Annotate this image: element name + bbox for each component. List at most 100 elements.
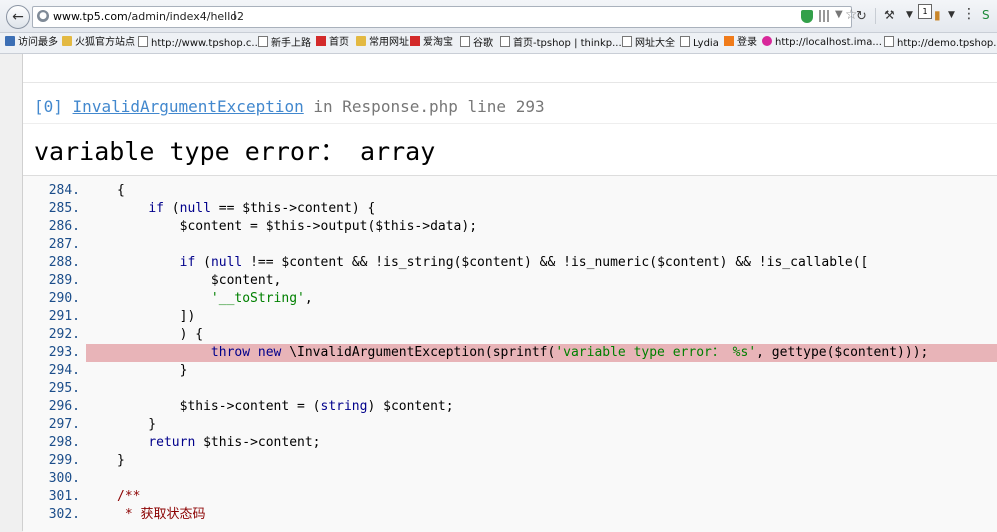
exception-class-link[interactable]: InvalidArgumentException xyxy=(73,97,304,116)
code-text: $this->content = (string) $content; xyxy=(117,399,454,414)
tools-icon[interactable]: ⚒ xyxy=(884,8,895,22)
code-line: 288. if (null !== $content && !is_string… xyxy=(23,254,997,272)
bookmark-item[interactable]: 谷歌 xyxy=(460,36,493,50)
bookmark-label: 火狐官方站点 xyxy=(75,37,135,48)
bookmark-label: http://www.tpshop.c... xyxy=(151,38,261,49)
globe-icon: ● xyxy=(37,10,49,22)
exception-line-label: line xyxy=(467,97,507,116)
url-dropdown-icon[interactable]: ▼ xyxy=(835,9,843,20)
code-text: throw new \InvalidArgumentException(spri… xyxy=(210,345,929,360)
code-line: 298. return $this->content; xyxy=(23,434,997,452)
code-text: ) { xyxy=(117,327,204,342)
bookmark-item[interactable]: Lydia xyxy=(680,36,719,50)
bookmark-item[interactable]: 访问最多 xyxy=(5,36,58,50)
extension-dropdown-icon[interactable]: ▼ xyxy=(948,10,955,20)
exception-index: [0] xyxy=(34,97,63,116)
bookmark-item[interactable]: http://www.tpshop.c... xyxy=(138,36,261,50)
line-number: 287. xyxy=(48,237,80,252)
bookmark-page-icon xyxy=(500,36,510,47)
bookmark-page-icon xyxy=(680,36,690,47)
error-page: [0] InvalidArgumentException in Response… xyxy=(22,54,997,532)
code-text: } xyxy=(117,417,157,432)
bookmark-item[interactable]: http://demo.tpshop.... xyxy=(884,36,997,50)
bookmark-label: 访问最多 xyxy=(18,37,58,48)
line-number: 298. xyxy=(48,435,80,450)
bookmark-red-icon xyxy=(410,36,420,46)
text-cursor-icon: I xyxy=(233,9,237,23)
back-button[interactable]: ← xyxy=(6,5,30,29)
bookmark-label: http://localhost.ima... xyxy=(775,37,882,48)
extension-icon[interactable]: ▮ xyxy=(934,8,941,22)
bookmark-page-icon xyxy=(460,36,470,47)
qr-code-icon[interactable] xyxy=(819,10,831,22)
line-number: 289. xyxy=(48,273,80,288)
bookmark-item[interactable]: 常用网址 xyxy=(356,36,409,50)
bookmark-item[interactable]: http://localhost.ima... xyxy=(762,36,882,50)
code-line: 300. xyxy=(23,470,997,488)
bookmark-pink-icon xyxy=(762,36,772,46)
bookmark-label: http://demo.tpshop.... xyxy=(897,38,997,49)
code-line: 296. $this->content = (string) $content; xyxy=(23,398,997,416)
bookmark-orange-icon xyxy=(724,36,734,46)
bookmark-label: 谷歌 xyxy=(473,38,493,49)
line-number: 295. xyxy=(48,381,80,396)
code-text: if (null == $this->content) { xyxy=(148,201,376,216)
bookmark-book-icon xyxy=(5,36,15,46)
code-text: ]) xyxy=(117,309,196,324)
code-line: 289. $content, xyxy=(23,272,997,290)
bookmark-item[interactable]: 网址大全 xyxy=(622,36,675,50)
bookmark-label: 网址大全 xyxy=(635,38,675,49)
code-line: 287. xyxy=(23,236,997,254)
code-line: 284. { xyxy=(23,182,997,200)
line-number: 286. xyxy=(48,219,80,234)
line-number: 301. xyxy=(48,489,80,504)
bookmark-item[interactable]: 首页-tpshop | thinkp... xyxy=(500,36,622,50)
bookmark-label: 首页 xyxy=(329,37,349,48)
code-line: 297. } xyxy=(23,416,997,434)
code-text: '__toString', xyxy=(210,291,313,306)
bookmark-label: 常用网址 xyxy=(369,37,409,48)
address-bar[interactable]: ● www.tp5.com/admin/index4/hello2 I ▼ ☆ xyxy=(32,6,858,28)
url-text[interactable]: www.tp5.com/admin/index4/hello2 xyxy=(53,10,244,23)
security-shield-icon[interactable] xyxy=(801,10,813,23)
code-text: $content = $this->output($this->data); xyxy=(117,219,478,234)
bookmark-item[interactable]: 首页 xyxy=(316,36,349,50)
bookmark-item[interactable]: 登录 xyxy=(724,36,757,50)
tools-dropdown-icon[interactable]: ▼ xyxy=(906,10,913,20)
exception-in-label: in xyxy=(313,97,333,116)
header-divider xyxy=(23,123,997,124)
notification-badge[interactable]: 1 xyxy=(918,4,932,19)
code-line: 294. } xyxy=(23,362,997,380)
code-line: 285. if (null == $this->content) { xyxy=(23,200,997,218)
line-number: 294. xyxy=(48,363,80,378)
refresh-icon[interactable]: ↻ xyxy=(856,9,867,24)
bookmark-label: 首页-tpshop | thinkp... xyxy=(513,38,622,49)
bookmark-page-icon xyxy=(138,36,148,47)
code-text: } xyxy=(117,453,125,468)
exception-line-number: 293 xyxy=(515,97,545,116)
code-line: 301. /** xyxy=(23,488,997,506)
code-line: 299.} xyxy=(23,452,997,470)
line-number: 297. xyxy=(48,417,80,432)
addon-icon[interactable]: S xyxy=(982,8,990,22)
line-number: 302. xyxy=(48,507,80,522)
menu-icon[interactable]: ⋮ xyxy=(962,6,976,22)
bookmark-folder-icon xyxy=(62,36,72,46)
bookmark-folder-icon xyxy=(356,36,366,46)
bookmark-item[interactable]: 爱淘宝 xyxy=(410,36,453,50)
toolbar-separator xyxy=(875,8,876,24)
code-text: /** xyxy=(117,489,141,504)
line-number: 300. xyxy=(48,471,80,486)
line-number: 293. xyxy=(48,345,80,360)
code-line: 292. ) { xyxy=(23,326,997,344)
line-number: 285. xyxy=(48,201,80,216)
bookmark-label: Lydia xyxy=(693,38,719,49)
url-path: /admin/index4/hello2 xyxy=(127,10,245,23)
source-code-block: 284.{285. if (null == $this->content) {2… xyxy=(23,175,997,532)
code-line: 286. $content = $this->output($this->dat… xyxy=(23,218,997,236)
bookmark-item[interactable]: 火狐官方站点 xyxy=(62,36,135,50)
code-line: 291. ]) xyxy=(23,308,997,326)
bookmark-item[interactable]: 新手上路 xyxy=(258,36,311,50)
bookmark-page-icon xyxy=(884,36,894,47)
line-number: 299. xyxy=(48,453,80,468)
